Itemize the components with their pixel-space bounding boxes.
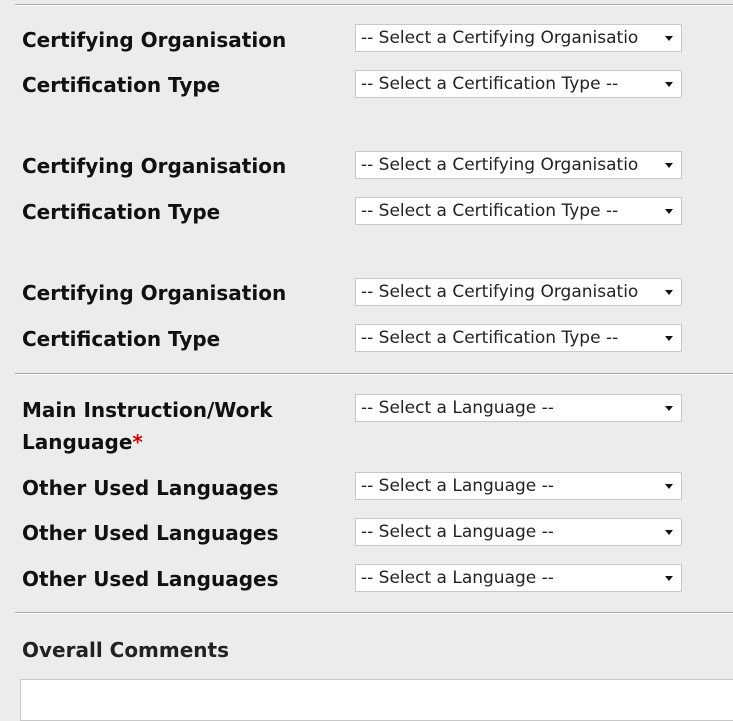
certification-type-select-2[interactable]: -- Select a Certification Type -- (355, 197, 682, 225)
main-language-label: Main Instruction/Work Language* (22, 394, 322, 458)
main-language-label-text: Main Instruction/Work Language (22, 398, 273, 454)
certifying-organisation-select-3-value: -- Select a Certifying Organisatio (361, 282, 639, 302)
main-language-select[interactable]: -- Select a Language -- (355, 394, 682, 422)
certifying-organisation-label-2: Certifying Organisation (22, 154, 287, 178)
chevron-down-icon (665, 483, 673, 489)
chevron-down-icon (665, 35, 673, 41)
certification-type-label-2: Certification Type (22, 200, 221, 224)
certification-type-select-3-value: -- Select a Certification Type -- (361, 328, 619, 348)
other-languages-label-1: Other Used Languages (22, 476, 279, 500)
certification-type-select-2-value: -- Select a Certification Type -- (361, 201, 619, 221)
certifying-organisation-select-2[interactable]: -- Select a Certifying Organisatio (355, 151, 682, 179)
certifying-organisation-select-3[interactable]: -- Select a Certifying Organisatio (355, 278, 682, 306)
certification-type-label-1: Certification Type (22, 73, 221, 97)
certification-type-label-3: Certification Type (22, 327, 221, 351)
other-languages-select-1[interactable]: -- Select a Language -- (355, 472, 682, 500)
main-language-select-value: -- Select a Language -- (361, 398, 554, 418)
chevron-down-icon (665, 405, 673, 411)
chevron-down-icon (665, 289, 673, 295)
certifying-organisation-select-1[interactable]: -- Select a Certifying Organisatio (355, 24, 682, 52)
certifying-organisation-select-2-value: -- Select a Certifying Organisatio (361, 155, 639, 175)
other-languages-label-2: Other Used Languages (22, 521, 279, 545)
section-divider-languages (15, 373, 733, 375)
certification-type-select-1[interactable]: -- Select a Certification Type -- (355, 70, 682, 98)
other-languages-select-1-value: -- Select a Language -- (361, 476, 554, 496)
chevron-down-icon (665, 575, 673, 581)
certifying-organisation-select-1-value: -- Select a Certifying Organisatio (361, 28, 639, 48)
chevron-down-icon (665, 208, 673, 214)
other-languages-select-3-value: -- Select a Language -- (361, 568, 554, 588)
chevron-down-icon (665, 529, 673, 535)
chevron-down-icon (665, 335, 673, 341)
required-asterisk: * (132, 430, 143, 454)
section-divider-comments (15, 612, 733, 614)
chevron-down-icon (665, 162, 673, 168)
certifying-organisation-label-1: Certifying Organisation (22, 28, 287, 52)
other-languages-label-3: Other Used Languages (22, 567, 279, 591)
certification-type-select-1-value: -- Select a Certification Type -- (361, 74, 619, 94)
certifying-organisation-label-3: Certifying Organisation (22, 281, 287, 305)
other-languages-select-2[interactable]: -- Select a Language -- (355, 518, 682, 546)
top-divider (15, 4, 733, 6)
other-languages-select-2-value: -- Select a Language -- (361, 522, 554, 542)
certification-type-select-3[interactable]: -- Select a Certification Type -- (355, 324, 682, 352)
overall-comments-textarea[interactable] (20, 679, 733, 721)
chevron-down-icon (665, 81, 673, 87)
overall-comments-label: Overall Comments (22, 638, 230, 662)
other-languages-select-3[interactable]: -- Select a Language -- (355, 564, 682, 592)
